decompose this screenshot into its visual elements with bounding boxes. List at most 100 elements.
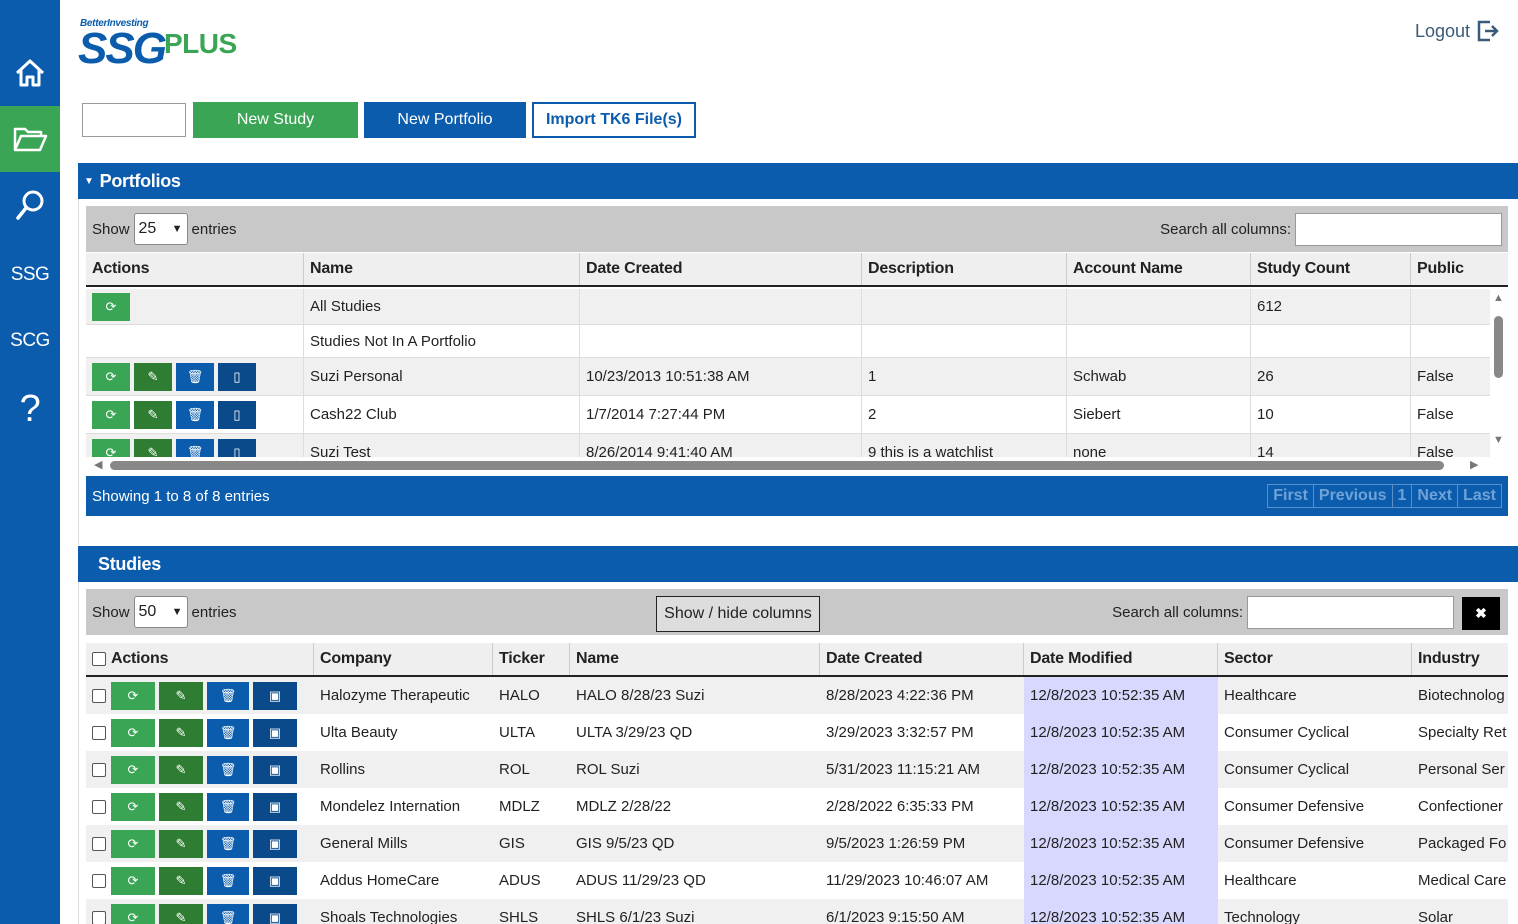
refresh-icon[interactable]: ⟳ — [111, 866, 155, 895]
trash-icon[interactable]: 🗑 — [207, 866, 249, 895]
scroll-up-arrow-icon[interactable]: ▲ — [1493, 292, 1504, 304]
portfolios-horizontal-scrollbar[interactable]: ◀ ▶ — [92, 458, 1484, 472]
table-row[interactable]: Studies Not In A Portfolio — [86, 325, 1490, 358]
row-checkbox[interactable] — [92, 762, 106, 777]
document-icon[interactable]: ▯ — [218, 400, 256, 429]
table-row[interactable]: ⟳ ✎ 🗑 ▣ General Mills GIS GIS 9/5/23 QD … — [86, 825, 1508, 862]
sidebar-item-help[interactable]: ? — [0, 376, 60, 442]
image-icon[interactable]: ▣ — [253, 718, 297, 747]
trash-icon[interactable]: 🗑 — [207, 829, 249, 858]
table-row[interactable]: ⟳ ✎ 🗑 ▣ Halozyme Therapeutic HALO HALO 8… — [86, 677, 1508, 714]
table-row[interactable]: ⟳ ✎ 🗑 ▣ Mondelez Internation MDLZ MDLZ 2… — [86, 788, 1508, 825]
document-icon[interactable]: ▯ — [218, 438, 256, 457]
trash-icon[interactable]: 🗑 — [207, 903, 249, 924]
refresh-icon[interactable]: ⟳ — [111, 903, 155, 924]
refresh-icon[interactable]: ⟳ — [92, 292, 130, 321]
row-checkbox[interactable] — [92, 873, 106, 888]
pager-first[interactable]: First — [1268, 485, 1314, 507]
refresh-icon[interactable]: ⟳ — [111, 718, 155, 747]
table-row[interactable]: ⟳ ✎ 🗑 ▣ Addus HomeCare ADUS ADUS 11/29/2… — [86, 862, 1508, 899]
image-icon[interactable]: ▣ — [253, 866, 297, 895]
page-size-select[interactable]: 50 ▼ — [133, 596, 188, 628]
toolbar-input[interactable] — [82, 103, 186, 137]
scroll-right-arrow-icon[interactable]: ▶ — [1470, 458, 1478, 471]
sidebar-item-portfolios[interactable] — [0, 106, 60, 172]
edit-icon[interactable]: ✎ — [159, 829, 203, 858]
studies-search-input[interactable] — [1247, 595, 1454, 629]
new-portfolio-button[interactable]: New Portfolio — [364, 102, 526, 138]
trash-icon[interactable]: 🗑 — [176, 400, 214, 429]
table-row[interactable]: ⟳ ✎ 🗑 ▯ Suzi Personal 10/23/2013 10:51:3… — [86, 358, 1490, 396]
col-industry[interactable]: Industry — [1412, 643, 1508, 675]
trash-icon[interactable]: 🗑 — [176, 438, 214, 457]
table-row[interactable]: ⟳ ✎ 🗑 ▣ Ulta Beauty ULTA ULTA 3/29/23 QD… — [86, 714, 1508, 751]
table-row[interactable]: ⟳ ✎ 🗑 ▯ Suzi Test 8/26/2014 9:41:40 AM 9… — [86, 434, 1490, 457]
studies-panel-header[interactable]: Studies — [78, 546, 1518, 582]
app-logo[interactable]: BetterInvesting SSG PLUS — [78, 16, 248, 76]
table-row[interactable]: ⟳ ✎ 🗑 ▯ Cash22 Club 1/7/2014 7:27:44 PM … — [86, 396, 1490, 434]
edit-icon[interactable]: ✎ — [159, 681, 203, 710]
trash-icon[interactable]: 🗑 — [207, 755, 249, 784]
refresh-icon[interactable]: ⟳ — [111, 792, 155, 821]
trash-icon[interactable]: 🗑 — [176, 362, 214, 391]
refresh-icon[interactable]: ⟳ — [111, 755, 155, 784]
trash-icon[interactable]: 🗑 — [207, 792, 249, 821]
edit-icon[interactable]: ✎ — [159, 903, 203, 924]
col-sector[interactable]: Sector — [1218, 643, 1412, 675]
portfolios-search-input[interactable] — [1295, 212, 1502, 246]
table-row[interactable]: ⟳ All Studies 612 — [86, 289, 1490, 325]
sidebar-item-ssg[interactable]: SSG — [0, 242, 60, 308]
col-ticker[interactable]: Ticker — [493, 643, 570, 675]
image-icon[interactable]: ▣ — [253, 903, 297, 924]
col-name[interactable]: Name — [570, 643, 820, 675]
edit-icon[interactable]: ✎ — [159, 792, 203, 821]
scroll-left-arrow-icon[interactable]: ◀ — [94, 458, 102, 471]
row-checkbox[interactable] — [92, 836, 106, 851]
edit-icon[interactable]: ✎ — [159, 866, 203, 895]
pager-previous[interactable]: Previous — [1314, 485, 1393, 507]
logout-link[interactable]: Logout — [1415, 19, 1500, 43]
clear-search-button[interactable]: ✖ — [1462, 597, 1500, 630]
pager-last[interactable]: Last — [1458, 485, 1501, 507]
sidebar-item-search[interactable] — [0, 172, 60, 238]
table-row[interactable]: ⟳ ✎ 🗑 ▣ Shoals Technologies SHLS SHLS 6/… — [86, 899, 1508, 924]
edit-icon[interactable]: ✎ — [159, 755, 203, 784]
trash-icon[interactable]: 🗑 — [207, 718, 249, 747]
col-public[interactable]: Public — [1411, 253, 1508, 285]
image-icon[interactable]: ▣ — [253, 829, 297, 858]
refresh-icon[interactable]: ⟳ — [92, 362, 130, 391]
sidebar-item-home[interactable] — [0, 40, 60, 106]
col-study-count[interactable]: Study Count — [1251, 253, 1411, 285]
col-actions[interactable]: Actions — [86, 253, 304, 285]
image-icon[interactable]: ▣ — [253, 755, 297, 784]
col-actions[interactable]: Actions — [86, 643, 314, 675]
row-checkbox[interactable] — [92, 688, 106, 703]
sidebar-item-scg[interactable]: SCG — [0, 308, 60, 374]
page-size-select[interactable]: 25 ▼ — [133, 213, 188, 245]
portfolios-panel-header[interactable]: ▼ Portfolios — [78, 163, 1518, 199]
edit-icon[interactable]: ✎ — [134, 362, 172, 391]
col-name[interactable]: Name — [304, 253, 580, 285]
scroll-down-arrow-icon[interactable]: ▼ — [1493, 434, 1504, 446]
trash-icon[interactable]: 🗑 — [207, 681, 249, 710]
row-checkbox[interactable] — [92, 799, 106, 814]
vertical-scroll-thumb[interactable] — [1494, 316, 1503, 378]
pager-page-1[interactable]: 1 — [1393, 485, 1413, 507]
document-icon[interactable]: ▯ — [218, 362, 256, 391]
refresh-icon[interactable]: ⟳ — [111, 681, 155, 710]
col-date-modified[interactable]: Date Modified — [1024, 643, 1218, 675]
col-date-created[interactable]: Date Created — [820, 643, 1024, 675]
refresh-icon[interactable]: ⟳ — [92, 400, 130, 429]
select-all-checkbox[interactable] — [92, 652, 106, 666]
portfolios-vertical-scrollbar[interactable]: ▲ ▼ — [1490, 292, 1506, 452]
horizontal-scroll-thumb[interactable] — [110, 461, 1444, 470]
show-hide-columns-button[interactable]: Show / hide columns — [656, 596, 820, 632]
col-description[interactable]: Description — [862, 253, 1067, 285]
table-row[interactable]: ⟳ ✎ 🗑 ▣ Rollins ROL ROL Suzi 5/31/2023 1… — [86, 751, 1508, 788]
col-company[interactable]: Company — [314, 643, 493, 675]
row-checkbox[interactable] — [92, 910, 106, 924]
image-icon[interactable]: ▣ — [253, 792, 297, 821]
refresh-icon[interactable]: ⟳ — [111, 829, 155, 858]
col-date-created[interactable]: Date Created — [580, 253, 862, 285]
new-study-button[interactable]: New Study — [193, 102, 358, 138]
